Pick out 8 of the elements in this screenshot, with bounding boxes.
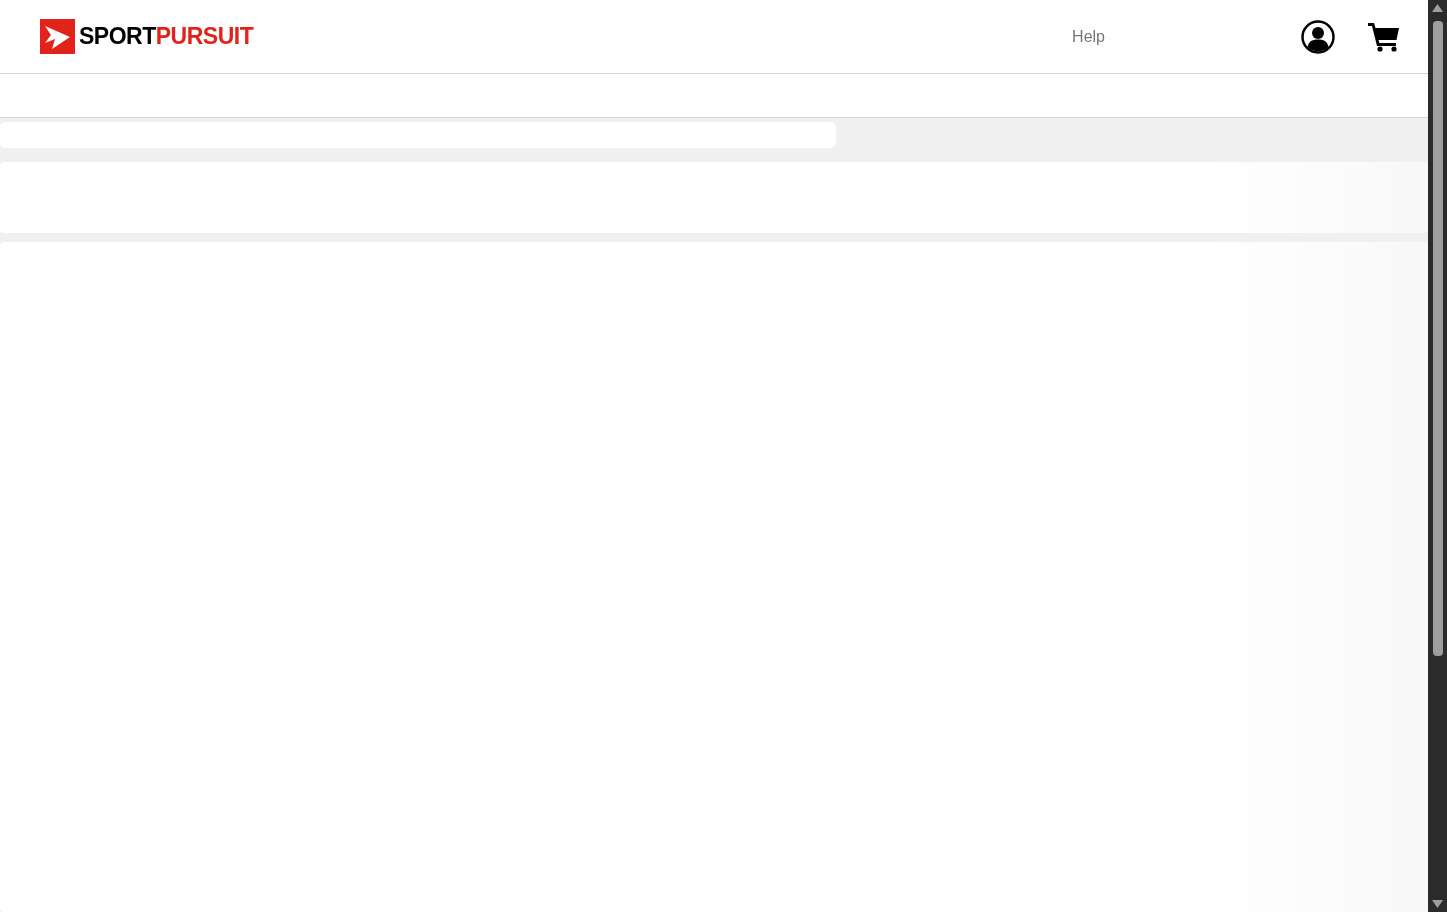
cart-icon[interactable]: [1368, 21, 1400, 52]
logo-wordmark[interactable]: SPORTPURSUIT: [79, 25, 254, 48]
scroll-down-arrow-icon[interactable]: [1432, 900, 1443, 908]
account-icon[interactable]: [1301, 19, 1335, 54]
scroll-up-arrow-icon[interactable]: [1432, 4, 1443, 12]
scrollbar-thumb[interactable]: [1432, 21, 1443, 656]
help-link[interactable]: Help: [1072, 24, 1105, 49]
logo-mark-icon: [40, 19, 75, 54]
